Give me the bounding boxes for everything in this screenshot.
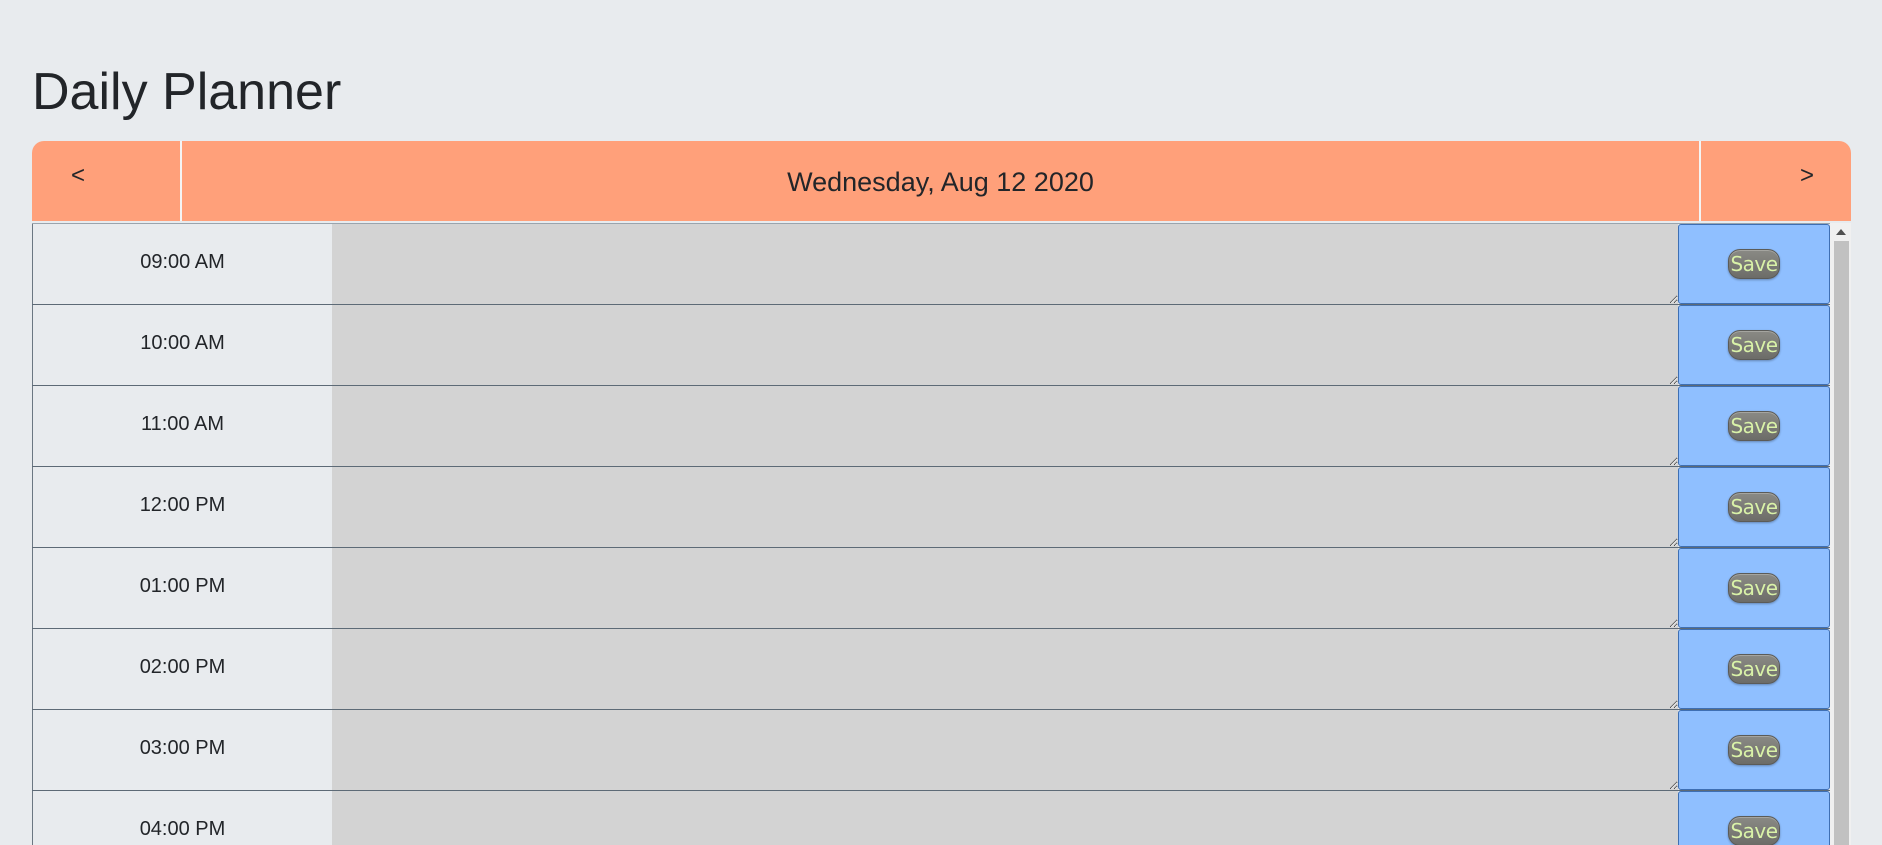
save-cell[interactable]: Save: [1678, 710, 1830, 790]
hour-note-input[interactable]: [332, 224, 1678, 304]
hour-label: 02:00 PM: [32, 629, 332, 709]
save-cell[interactable]: Save: [1678, 548, 1830, 628]
hour-note-input[interactable]: [332, 791, 1678, 845]
save-button[interactable]: Save: [1728, 249, 1780, 279]
scroll-up-button[interactable]: [1830, 223, 1851, 241]
hour-row: 10:00 AM Save: [32, 304, 1830, 385]
save-cell[interactable]: Save: [1678, 224, 1830, 304]
hour-rows: 09:00 AM Save 10:00 AM Save 11:00 AM Sav…: [32, 223, 1830, 845]
save-button[interactable]: Save: [1728, 492, 1780, 522]
hour-row: 01:00 PM Save: [32, 547, 1830, 628]
previous-day-button[interactable]: <: [32, 141, 182, 221]
save-button[interactable]: Save: [1728, 816, 1780, 845]
save-button[interactable]: Save: [1728, 573, 1780, 603]
hour-row: 04:00 PM Save: [32, 790, 1830, 845]
hour-list: 09:00 AM Save 10:00 AM Save 11:00 AM Sav…: [32, 223, 1851, 845]
save-cell[interactable]: Save: [1678, 305, 1830, 385]
hour-row: 11:00 AM Save: [32, 385, 1830, 466]
save-button[interactable]: Save: [1728, 654, 1780, 684]
date-header: < Wednesday, Aug 12 2020 >: [32, 141, 1851, 221]
hour-label: 12:00 PM: [32, 467, 332, 547]
vertical-scrollbar[interactable]: [1830, 223, 1851, 845]
hour-label: 01:00 PM: [32, 548, 332, 628]
hour-row: 02:00 PM Save: [32, 628, 1830, 709]
save-button[interactable]: Save: [1728, 411, 1780, 441]
hour-row: 12:00 PM Save: [32, 466, 1830, 547]
planner: < Wednesday, Aug 12 2020 > 09:00 AM Save…: [32, 141, 1851, 845]
hour-note-input[interactable]: [332, 386, 1678, 466]
save-cell[interactable]: Save: [1678, 386, 1830, 466]
save-cell[interactable]: Save: [1678, 467, 1830, 547]
chevron-up-icon: [1835, 229, 1846, 235]
hour-row: 09:00 AM Save: [32, 223, 1830, 304]
save-cell[interactable]: Save: [1678, 791, 1830, 845]
save-button[interactable]: Save: [1728, 330, 1780, 360]
hour-label: 09:00 AM: [32, 224, 332, 304]
hour-note-input[interactable]: [332, 548, 1678, 628]
hour-note-input[interactable]: [332, 710, 1678, 790]
next-day-button[interactable]: >: [1699, 141, 1851, 221]
hour-note-input[interactable]: [332, 305, 1678, 385]
hour-label: 04:00 PM: [32, 791, 332, 845]
current-date: Wednesday, Aug 12 2020: [787, 166, 1094, 197]
hour-label: 03:00 PM: [32, 710, 332, 790]
hour-note-input[interactable]: [332, 629, 1678, 709]
save-button[interactable]: Save: [1728, 735, 1780, 765]
hour-row: 03:00 PM Save: [32, 709, 1830, 790]
page-title: Daily Planner: [32, 63, 342, 121]
hour-label: 10:00 AM: [32, 305, 332, 385]
hour-label: 11:00 AM: [32, 386, 332, 466]
save-cell[interactable]: Save: [1678, 629, 1830, 709]
scroll-thumb[interactable]: [1834, 241, 1849, 845]
hour-note-input[interactable]: [332, 467, 1678, 547]
